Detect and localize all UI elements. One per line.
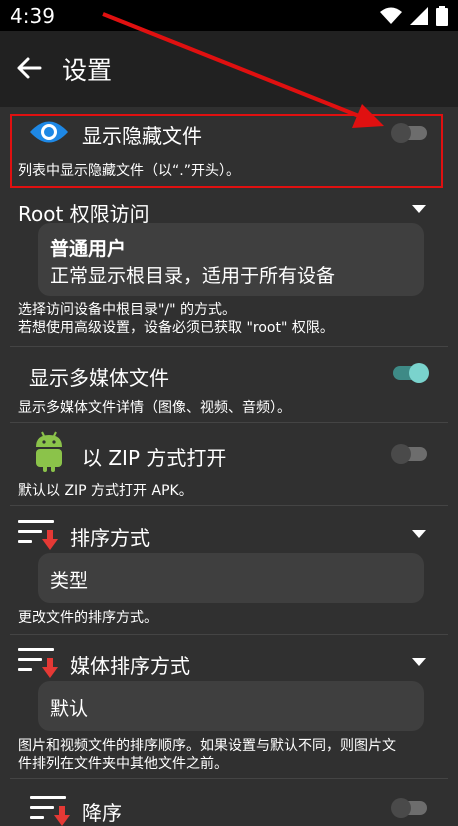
descending-label: 降序 bbox=[82, 801, 122, 825]
setting-descending[interactable]: 降序 bbox=[0, 780, 458, 826]
setting-media-files[interactable]: 显示多媒体文件 显示多媒体文件详情（图像、视频、音频）。 bbox=[0, 348, 458, 420]
zip-open-description: 默认以 ZIP 方式打开 APK。 bbox=[18, 483, 193, 499]
setting-zip-open[interactable]: 以 ZIP 方式打开 默认以 ZIP 方式打开 APK。 bbox=[0, 424, 458, 502]
media-sort-mode-description-1: 图片和视频文件的排序顺序。如果设置与默认不同，则图片文 bbox=[18, 738, 396, 754]
divider bbox=[10, 505, 448, 506]
root-access-selected-title: 普通用户 bbox=[50, 238, 127, 260]
sort-mode-select[interactable]: 类型 bbox=[38, 553, 424, 603]
sort-icon bbox=[18, 648, 58, 678]
sort-mode-description: 更改文件的排序方式。 bbox=[18, 610, 158, 626]
divider bbox=[10, 422, 448, 423]
zip-open-label: 以 ZIP 方式打开 bbox=[82, 446, 227, 470]
media-sort-mode-chevron-down-icon[interactable] bbox=[412, 658, 426, 666]
setting-root-access[interactable]: Root 权限访问 普通用户 正常显示根目录，适用于所有设备 选择访问设备中根目… bbox=[0, 192, 458, 342]
sort-mode-selected: 类型 bbox=[50, 570, 89, 592]
media-sort-mode-description-2: 件排列在文件夹中其他文件之前。 bbox=[18, 756, 228, 772]
divider bbox=[10, 778, 448, 779]
divider bbox=[10, 346, 448, 347]
media-files-description: 显示多媒体文件详情（图像、视频、音频）。 bbox=[18, 400, 291, 416]
descending-toggle[interactable] bbox=[391, 798, 427, 818]
media-files-label: 显示多媒体文件 bbox=[29, 366, 169, 390]
media-sort-mode-label: 媒体排序方式 bbox=[70, 654, 190, 678]
sort-mode-label: 排序方式 bbox=[70, 526, 150, 550]
android-icon bbox=[36, 431, 62, 472]
root-access-description-1: 选择访问设备中根目录"/" 的方式。 bbox=[18, 302, 237, 318]
setting-media-sort-mode[interactable]: 媒体排序方式 默认 图片和视频文件的排序顺序。如果设置与默认不同，则图片文 件排… bbox=[0, 636, 458, 776]
annotation-arrow bbox=[102, 12, 384, 128]
media-files-toggle[interactable] bbox=[393, 363, 429, 383]
zip-open-toggle[interactable] bbox=[391, 444, 427, 464]
root-access-chevron-down-icon[interactable] bbox=[412, 205, 426, 213]
media-sort-mode-selected: 默认 bbox=[50, 698, 89, 720]
sort-icon bbox=[18, 520, 58, 550]
sort-mode-chevron-down-icon[interactable] bbox=[412, 530, 426, 538]
sort-descending-icon bbox=[30, 796, 70, 826]
root-access-select[interactable]: 普通用户 正常显示根目录，适用于所有设备 bbox=[38, 223, 424, 296]
media-sort-mode-select[interactable]: 默认 bbox=[38, 681, 424, 731]
setting-sort-mode[interactable]: 排序方式 类型 更改文件的排序方式。 bbox=[0, 508, 458, 633]
root-access-description-2: 若想使用高级设置，设备必须已获取 "root" 权限。 bbox=[18, 320, 334, 336]
divider bbox=[10, 634, 448, 635]
root-access-selected-detail: 正常显示根目录，适用于所有设备 bbox=[50, 265, 336, 287]
